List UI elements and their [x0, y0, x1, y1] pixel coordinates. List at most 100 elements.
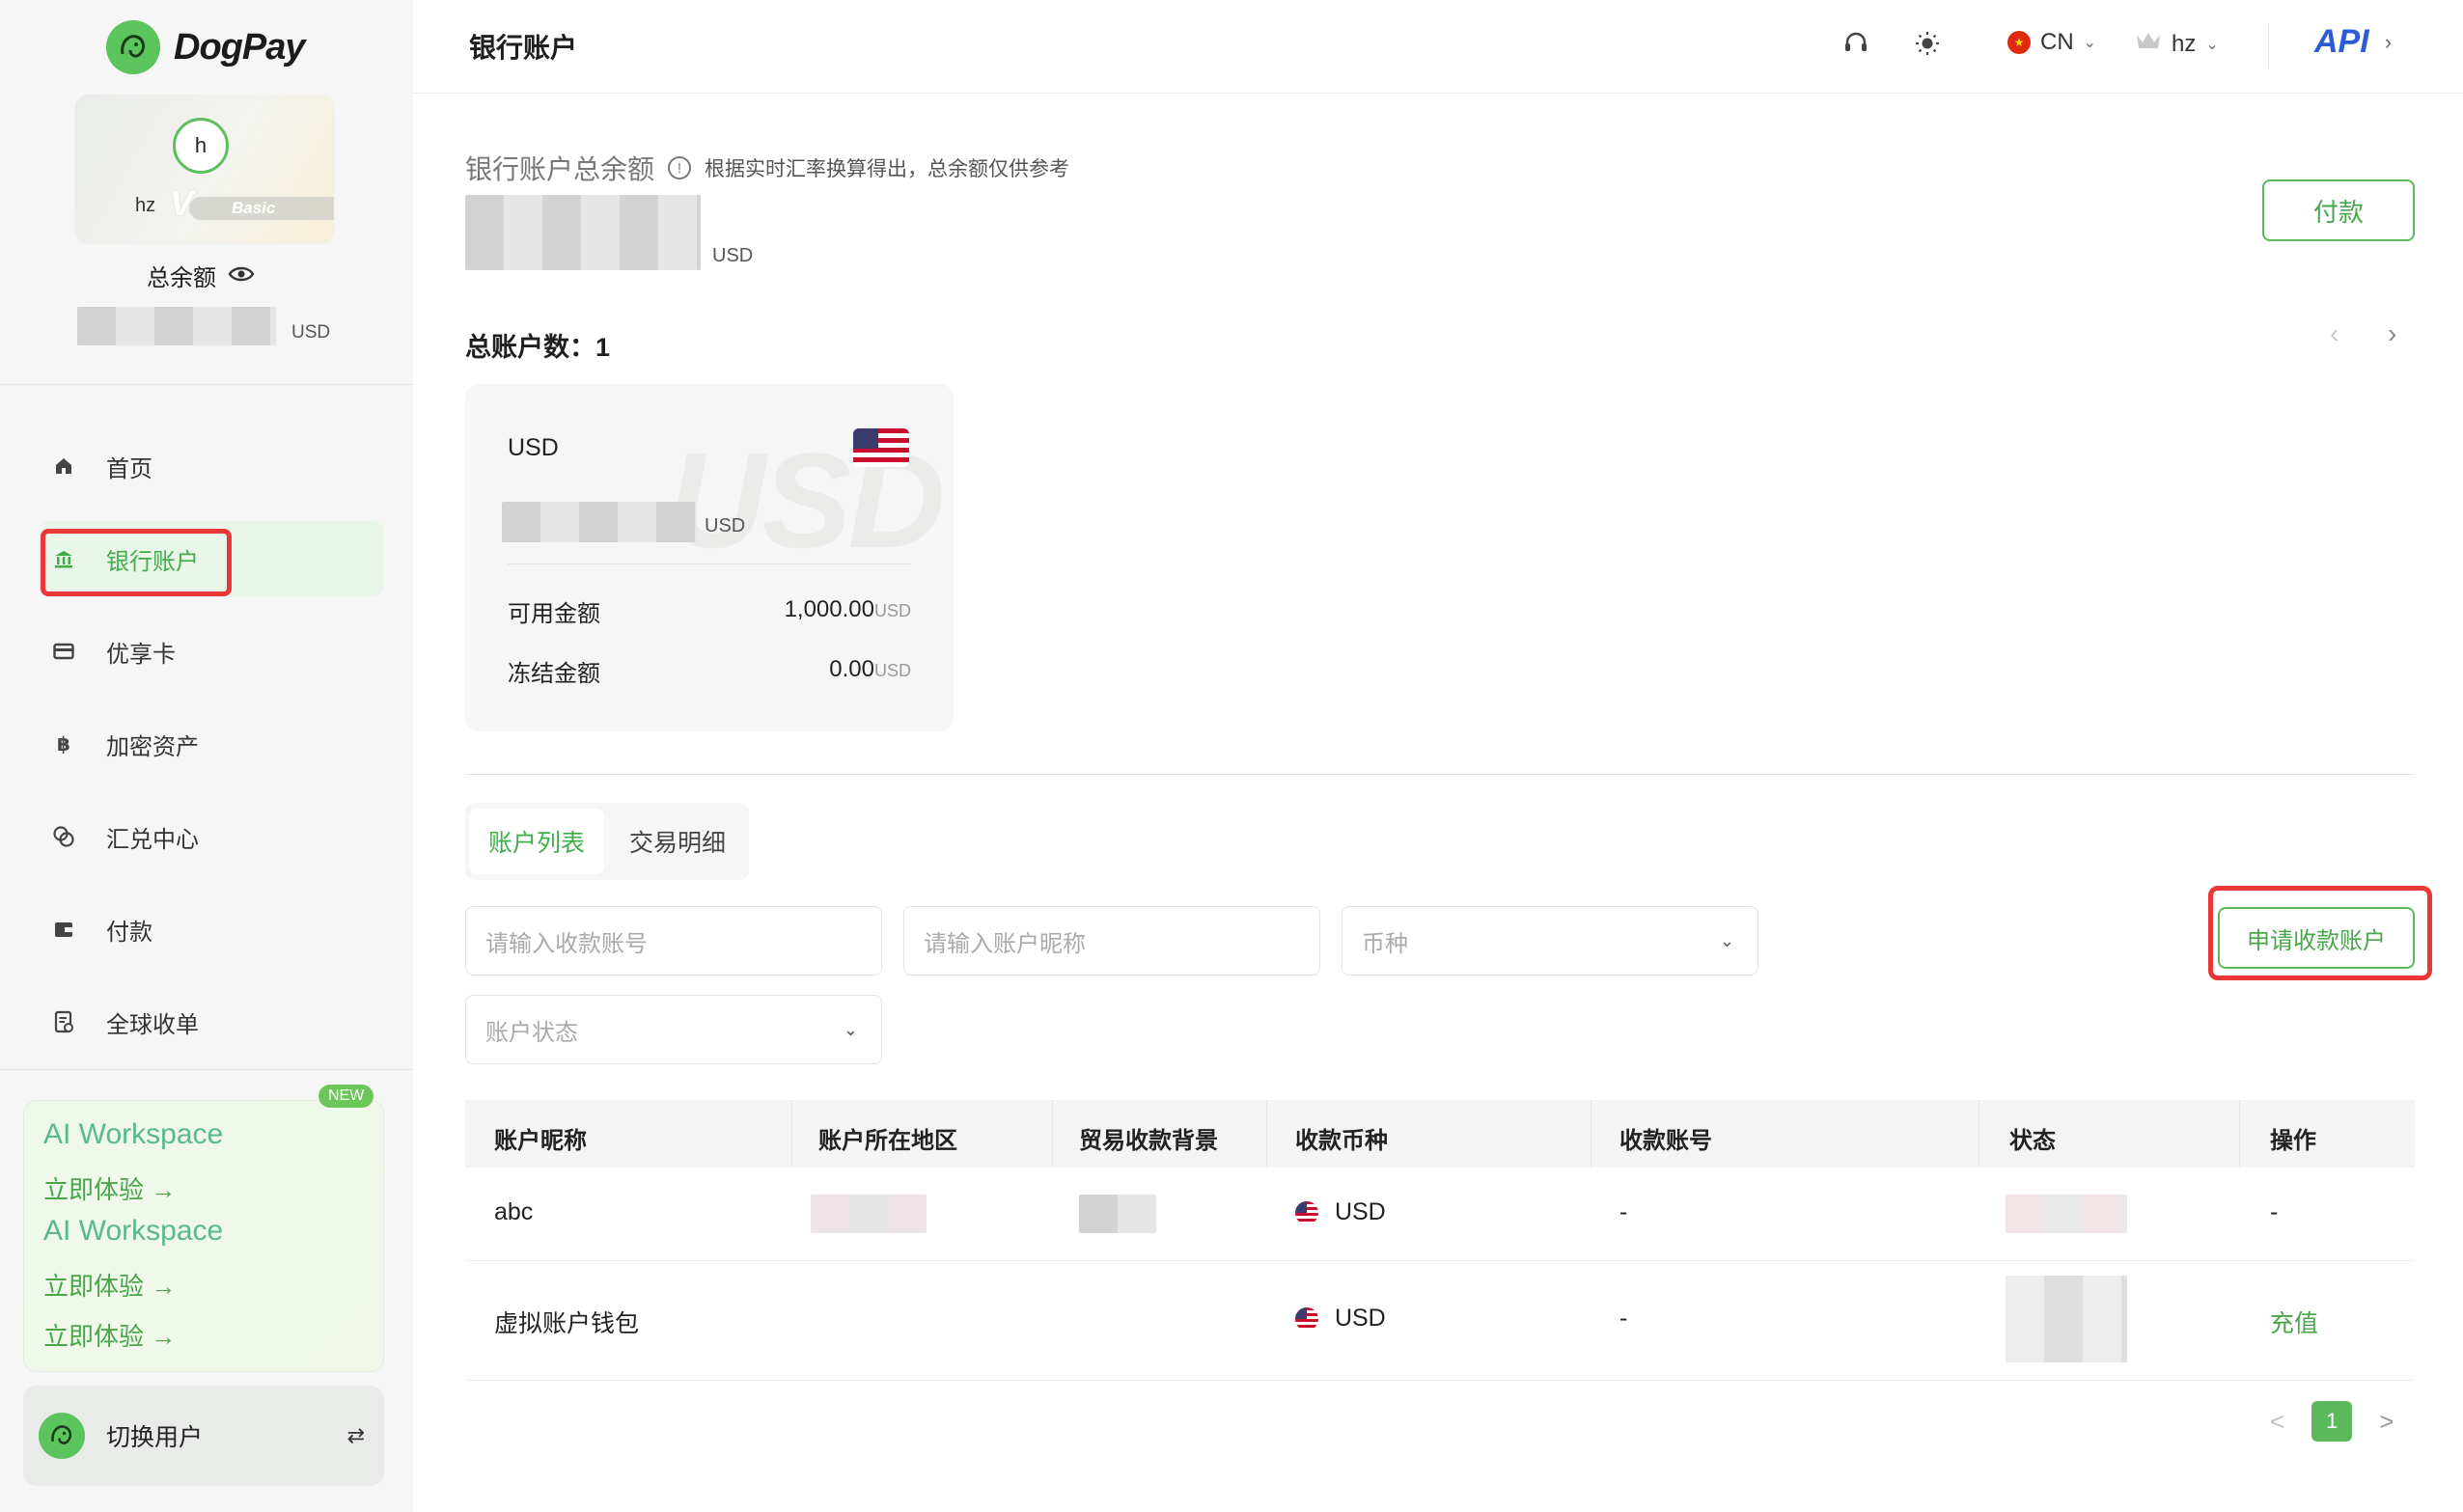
- api-link[interactable]: API ›: [2314, 23, 2392, 61]
- col-separator: [791, 1100, 792, 1168]
- card-balance-hidden: [502, 502, 697, 542]
- sidebar-item-label: 优享卡: [106, 641, 176, 668]
- sidebar-item-home[interactable]: 首页: [39, 428, 384, 504]
- ai-workspace-card[interactable]: AI Workspace 立即体验 → AI Workspace 立即体验 → …: [23, 1100, 384, 1372]
- ai-workspace-link[interactable]: 立即体验 →: [43, 1170, 176, 1206]
- table-row: 虚拟账户钱包 USD - 充值: [465, 1260, 2415, 1381]
- eye-icon[interactable]: [228, 262, 255, 289]
- col-trade-background: 贸易收款背景: [1079, 1128, 1218, 1154]
- balance-label-row: 总余额: [147, 259, 255, 292]
- tab-transactions[interactable]: 交易明细: [610, 809, 745, 874]
- cell-currency: USD: [1295, 1198, 1386, 1226]
- account-count-label: 总账户数：: [465, 333, 595, 362]
- chevron-down-icon: ⌄: [843, 1019, 858, 1039]
- status-select[interactable]: 账户状态 ⌄: [465, 995, 882, 1064]
- app-name: DogPay: [174, 26, 305, 68]
- nickname-input[interactable]: 请输入账户昵称: [903, 906, 1320, 976]
- available-label: 可用金额: [508, 601, 600, 627]
- cell-action: -: [2270, 1198, 2279, 1225]
- summary-note: 根据实时汇率换算得出，总余额仅供参考: [705, 158, 1070, 180]
- home-icon: [52, 454, 75, 478]
- card-balance-currency: USD: [705, 515, 746, 536]
- bitcoin-icon: ฿: [57, 733, 70, 756]
- page-number[interactable]: 1: [2311, 1401, 2353, 1442]
- col-status: 状态: [2009, 1128, 2056, 1154]
- frozen-unit: USD: [873, 661, 911, 680]
- page-title: 银行账户: [469, 33, 578, 63]
- ai-workspace-link[interactable]: 立即体验 →: [43, 1267, 176, 1303]
- page-next-icon[interactable]: >: [2379, 1407, 2394, 1437]
- sidebar-item-payment[interactable]: 付款: [39, 892, 384, 967]
- frozen-amount: 0.00USD: [829, 656, 911, 683]
- recharge-link[interactable]: 充值: [2270, 1305, 2318, 1339]
- info-icon[interactable]: !: [668, 156, 692, 179]
- total-balance-currency: USD: [712, 245, 754, 266]
- profile-username: hz: [135, 195, 156, 216]
- col-separator: [2239, 1100, 2240, 1168]
- dog-logo-icon: [106, 20, 160, 74]
- highlight-box: [2208, 886, 2432, 980]
- sidebar-item-label: 付款: [106, 919, 152, 946]
- vip-mark: V: [170, 183, 194, 223]
- chevron-down-icon: ⌄: [2205, 36, 2219, 53]
- chevron-down-icon: ⌄: [2083, 35, 2097, 51]
- page-prev-icon[interactable]: <: [2270, 1407, 2284, 1437]
- crown-icon: [2135, 29, 2162, 59]
- table-header: 账户昵称 账户所在地区 贸易收款背景 收款币种 收款账号 状态 操作: [465, 1100, 2415, 1168]
- pay-button[interactable]: 付款: [2262, 179, 2415, 241]
- card-currency: USD: [508, 434, 559, 461]
- balance-label: 总余额: [147, 265, 216, 291]
- switch-user-button[interactable]: 切换用户 ⇄: [23, 1386, 384, 1486]
- tab-group: 账户列表 交易明细: [465, 803, 750, 880]
- language-label: CN: [2040, 29, 2074, 55]
- swap-icon: ⇄: [346, 1423, 365, 1447]
- currency-select-placeholder: 币种: [1362, 930, 1408, 957]
- user-menu[interactable]: hz ⌄: [2135, 29, 2219, 59]
- col-separator: [1266, 1100, 1267, 1168]
- col-separator: [1052, 1100, 1053, 1168]
- dog-logo-icon: [39, 1413, 85, 1459]
- col-action: 操作: [2270, 1128, 2316, 1154]
- cell-account-number: -: [1619, 1305, 1628, 1332]
- cell-account-number: -: [1619, 1198, 1628, 1225]
- profile-card[interactable]: h Basic V hz: [75, 95, 334, 243]
- app-logo[interactable]: DogPay: [106, 20, 305, 74]
- tab-account-list[interactable]: 账户列表: [469, 809, 605, 874]
- sidebar-item-card[interactable]: 优享卡: [39, 614, 384, 689]
- carousel-next-icon[interactable]: ›: [2388, 318, 2396, 349]
- currency-select[interactable]: 币种 ⌄: [1342, 906, 1758, 976]
- headset-icon[interactable]: [1841, 29, 1870, 58]
- account-count: 总账户数：1: [465, 326, 610, 364]
- sidebar-item-global-acquiring[interactable]: 全球收单: [39, 984, 384, 1059]
- account-number-input[interactable]: 请输入收款账号: [465, 906, 882, 976]
- sidebar-divider: [0, 1069, 413, 1070]
- new-badge: NEW: [318, 1085, 374, 1108]
- chevron-down-icon: ⌄: [1719, 930, 1734, 950]
- top-header: 银行账户 ★ CN ⌄ hz ⌄ API ›: [413, 0, 2463, 94]
- sidebar-divider: [0, 384, 413, 385]
- wallet-icon: [52, 918, 75, 941]
- sidebar-item-exchange[interactable]: 汇兑中心: [39, 799, 384, 874]
- language-selector[interactable]: ★ CN ⌄: [2007, 29, 2096, 56]
- cell-status-hidden: [2006, 1276, 2127, 1362]
- account-card-usd[interactable]: USD USD USD 可用金额 1,000.00USD 冻结金额 0.00US…: [465, 384, 954, 731]
- balance-hidden-value: [77, 307, 276, 345]
- ai-workspace-title: AI Workspace: [43, 1118, 224, 1150]
- frozen-label: 冻结金额: [508, 661, 600, 687]
- sidebar-item-label: 全球收单: [106, 1011, 199, 1038]
- col-currency: 收款币种: [1295, 1128, 1388, 1154]
- chevron-right-icon: ›: [2384, 29, 2393, 54]
- summary-title-row: 银行账户总余额 ! 根据实时汇率换算得出，总余额仅供参考: [465, 149, 1069, 187]
- theme-sun-icon[interactable]: [1913, 29, 1942, 58]
- ai-workspace-link[interactable]: 立即体验 →: [43, 1317, 176, 1353]
- us-flag-icon: [1295, 1201, 1318, 1225]
- cell-nickname: abc: [494, 1198, 534, 1225]
- col-nickname: 账户昵称: [494, 1128, 587, 1154]
- highlight-box: [41, 529, 232, 596]
- carousel-prev-icon[interactable]: ‹: [2330, 318, 2338, 349]
- cell-nickname: 虚拟账户钱包: [494, 1310, 640, 1337]
- status-select-placeholder: 账户状态: [485, 1019, 578, 1046]
- sidebar-item-crypto[interactable]: ฿ 加密资产: [39, 706, 384, 782]
- cell-currency: USD: [1295, 1305, 1386, 1333]
- available-value: 1,000.00: [784, 596, 874, 622]
